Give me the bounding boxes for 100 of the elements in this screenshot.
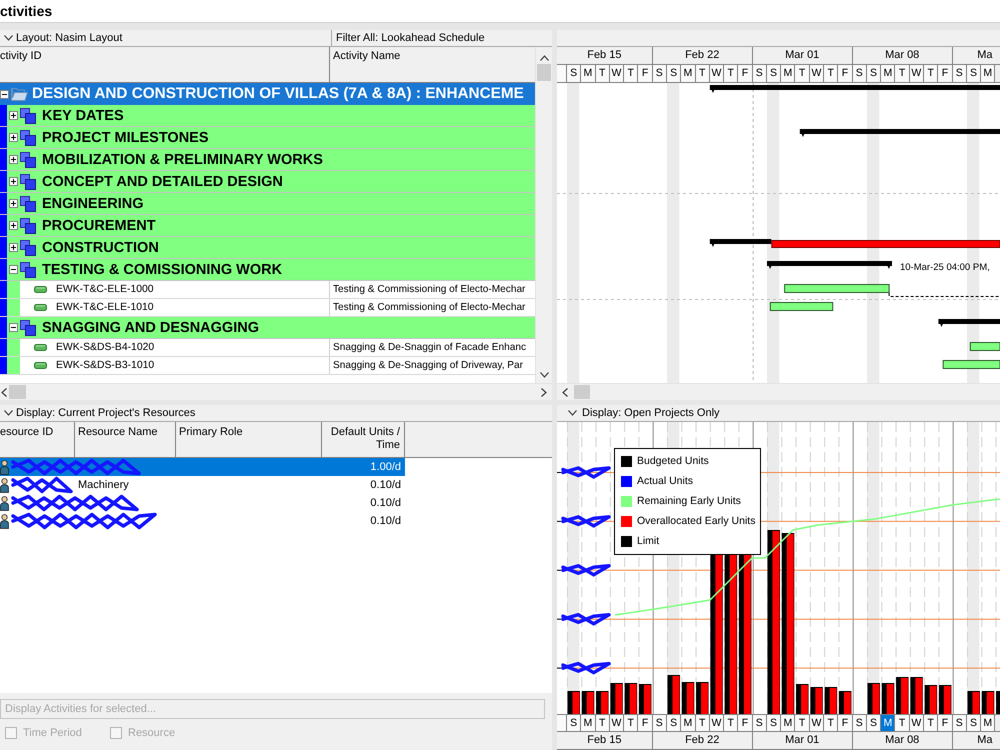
scrollbar-thumb[interactable] xyxy=(537,64,551,81)
day-header: S xyxy=(652,715,667,731)
project-row[interactable]: DESIGN AND CONSTRUCTION OF VILLAS (7A & 8A) : ENHANCEME xyxy=(0,83,535,105)
week-header: Ma xyxy=(976,733,994,748)
wbs-row[interactable]: ENGINEERING xyxy=(0,193,535,215)
default-units: 0.10/d xyxy=(370,497,401,509)
wbs-row[interactable]: SNAGGING AND DESNAGGING xyxy=(0,317,535,339)
activity-row[interactable]: EWK-T&C-ELE-1010 Testing & Commissioning of Electo-Mechar xyxy=(0,299,535,317)
resource-row[interactable]: 1.00/d xyxy=(0,458,405,476)
day-header: F xyxy=(638,65,653,82)
expand-icon[interactable] xyxy=(9,155,18,164)
expand-icon[interactable] xyxy=(9,133,18,142)
chevron-up-icon[interactable] xyxy=(540,55,548,61)
wbs-row[interactable]: CONCEPT AND DETAILED DESIGN xyxy=(0,171,535,193)
activity-row[interactable]: EWK-S&DS-B3-1010 Snagging & De-Snagging of Driveway, Par xyxy=(0,357,535,375)
finish-date-label: 10-Mar-25 04:00 PM, xyxy=(900,262,990,273)
expand-icon[interactable] xyxy=(9,177,18,186)
day-header: S xyxy=(866,65,882,82)
display-dropdown[interactable]: Display: Current Project's Resources xyxy=(0,405,552,421)
week-header: Mar 08 xyxy=(852,732,953,749)
day-header: S xyxy=(566,65,582,82)
overallocated-units-bar xyxy=(601,692,608,714)
column-header[interactable]: ctivity ID xyxy=(0,47,330,82)
stacked-squares-icon xyxy=(20,320,36,336)
day-header: F xyxy=(838,715,853,731)
overallocated-units-bar xyxy=(801,685,808,714)
day-header: W xyxy=(910,65,924,82)
activity-name: Snagging & De-Snaggin of Facade Enhanc xyxy=(333,342,526,353)
column-header[interactable]: esource ID xyxy=(0,422,75,457)
day-header: T xyxy=(895,65,910,82)
resource-row[interactable]: Machinery 0.10/d xyxy=(0,476,405,494)
activity-row[interactable]: EWK-S&DS-B4-1020 Snagging & De-Snaggin of Facade Enhanc xyxy=(0,339,535,357)
week-header: Mar 01 xyxy=(752,732,853,749)
legend-label: Overallocated Early Units xyxy=(637,515,756,527)
day-header: M xyxy=(581,715,596,731)
day-header: W xyxy=(810,65,824,82)
collapse-icon[interactable] xyxy=(9,323,18,332)
person-icon xyxy=(0,496,9,510)
wbs-row[interactable]: PROCUREMENT xyxy=(0,215,535,237)
column-header[interactable]: Default Units / Time xyxy=(322,422,405,457)
day-header: S xyxy=(966,65,982,82)
column-header[interactable]: Primary Role xyxy=(176,422,322,457)
legend-label: Remaining Early Units xyxy=(637,495,741,507)
column-header[interactable]: Resource Name xyxy=(75,422,176,457)
wbs-row[interactable]: TESTING & COMISSIONING WORK xyxy=(0,259,535,281)
day-header: T xyxy=(924,715,938,731)
scrollbar-thumb[interactable] xyxy=(9,385,26,399)
expand-icon[interactable] xyxy=(9,243,18,252)
day-header: S xyxy=(652,65,667,82)
default-units: 0.10/d xyxy=(370,479,401,491)
collapse-icon[interactable] xyxy=(9,265,18,274)
bar-icon xyxy=(34,362,47,369)
day-header: T xyxy=(696,65,710,82)
wbs-row[interactable]: CONSTRUCTION xyxy=(0,237,535,259)
expand-icon[interactable] xyxy=(9,111,18,120)
day-header: M xyxy=(881,65,896,82)
scrollbar-thumb[interactable] xyxy=(574,385,590,399)
activity-name: Snagging & De-Snagging of Driveway, Par xyxy=(333,360,524,371)
display-dropdown[interactable]: Display: Open Projects Only xyxy=(557,405,1000,421)
stacked-squares-icon xyxy=(20,196,36,212)
chevron-down-icon[interactable] xyxy=(4,410,13,416)
week-header: Ma xyxy=(976,48,994,63)
day-header: S xyxy=(666,715,682,731)
chevron-left-icon[interactable] xyxy=(562,388,568,396)
week-header: Feb 22 xyxy=(652,47,753,64)
chevron-left-icon[interactable] xyxy=(1,388,7,396)
horizontal-scrollbar[interactable] xyxy=(557,383,1000,400)
chevron-right-icon[interactable] xyxy=(541,388,547,396)
wbs-name: TESTING & COMISSIONING WORK xyxy=(42,262,282,278)
collapse-icon[interactable] xyxy=(0,90,9,98)
activity-bar xyxy=(942,360,1000,369)
project-name: DESIGN AND CONSTRUCTION OF VILLAS (7A & 8A) : ENHANCEME xyxy=(32,85,524,103)
person-icon xyxy=(0,478,9,492)
vertical-scrollbar[interactable] xyxy=(535,47,552,383)
redaction-scribble xyxy=(561,564,611,577)
activity-id: EWK-S&DS-B3-1010 xyxy=(56,360,154,371)
chevron-down-icon[interactable] xyxy=(4,35,13,41)
column-header[interactable]: Activity Name xyxy=(330,47,535,82)
day-header: M xyxy=(581,65,596,82)
layout-dropdown[interactable]: Layout: Nasim Layout xyxy=(0,30,332,46)
wbs-row[interactable]: PROJECT MILESTONES xyxy=(0,127,535,149)
resource-row[interactable]: 0.10/d xyxy=(0,512,405,530)
resource-row[interactable]: 0.10/d xyxy=(0,494,405,512)
wbs-name: CONSTRUCTION xyxy=(42,240,159,256)
wbs-row[interactable]: KEY DATES xyxy=(0,105,535,127)
expand-icon[interactable] xyxy=(9,221,18,230)
horizontal-scrollbar[interactable] xyxy=(0,383,552,400)
chevron-down-icon[interactable] xyxy=(568,410,577,416)
chevron-down-icon[interactable] xyxy=(540,372,548,378)
activity-row[interactable]: EWK-T&C-ELE-1000 Testing & Commissioning of Electo-Mechar xyxy=(0,281,535,299)
day-header: M xyxy=(681,65,696,82)
wbs-row[interactable]: MOBILIZATION & PRELIMINARY WORKS xyxy=(0,149,535,171)
activity-id: EWK-T&C-ELE-1000 xyxy=(56,284,154,295)
day-header: T xyxy=(696,715,710,731)
day-header: S xyxy=(852,65,867,82)
activity-name: Testing & Commissioning of Electo-Mechar xyxy=(333,302,526,313)
default-units: 0.10/d xyxy=(370,515,401,527)
day-header: W xyxy=(710,715,724,731)
expand-icon[interactable] xyxy=(9,199,18,208)
activity-id: EWK-T&C-ELE-1010 xyxy=(56,302,154,313)
